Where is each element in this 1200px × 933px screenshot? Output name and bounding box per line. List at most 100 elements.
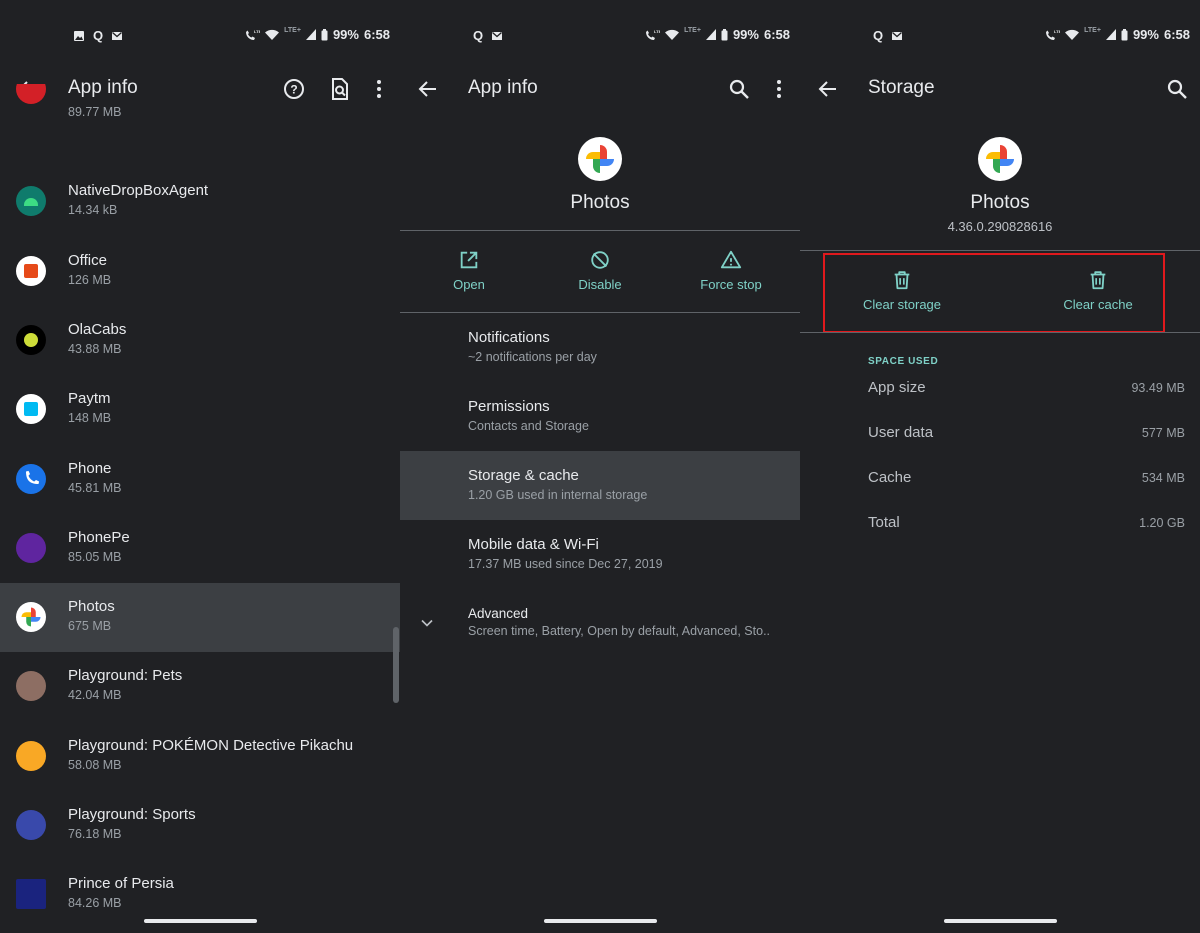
item-summary: 1.20 GB used in internal storage [468,488,648,502]
app-list-item[interactable]: Playground: POKÉMON Detective Pikachu 58.… [0,722,392,791]
page-title: Storage [868,77,935,98]
open-label: Open [453,277,485,292]
app-list-item[interactable]: Phone 45.81 MB [0,445,392,514]
notification-icons: Q [873,28,903,43]
app-list-item[interactable]: Playground: Pets 42.04 MB [0,652,392,721]
app-list-item[interactable]: OlaCabs 43.88 MB [0,306,392,375]
app-list-item[interactable]: Playground: Sports 76.18 MB [0,791,392,860]
ola-icon [16,324,46,355]
q-icon: Q [93,28,104,43]
divider [800,250,1200,251]
q-icon: Q [873,28,884,43]
app-size: 675 MB [68,619,112,634]
back-arrow-icon[interactable] [416,77,440,101]
system-status: LTE LTE+ 99% 6:58 [644,27,790,42]
android-icon [16,186,46,217]
signal-icon [705,29,716,40]
search-icon[interactable] [1165,77,1189,101]
disable-button[interactable]: Disable [540,249,660,292]
row-value: 93.49 MB [1131,381,1185,395]
photos-icon [16,602,46,633]
lte-call-icon: LTE [246,29,260,40]
app-name: Phone [68,459,112,477]
image-icon [74,30,84,41]
gesture-nav-bar[interactable] [544,919,657,923]
back-arrow-icon[interactable] [816,77,840,101]
gesture-nav-bar[interactable] [944,919,1057,923]
item-summary: 17.37 MB used since Dec 27, 2019 [468,557,663,571]
scrollbar[interactable] [393,627,399,703]
total-row: Total 1.20 GB [800,514,1200,559]
permissions-item[interactable]: Permissions Contacts and Storage [400,382,800,451]
phone-icon [16,463,46,494]
photos-app-icon [978,137,1022,181]
status-bar: Q LTE LTE+ 99% 6:58 [400,0,800,70]
app-list-item[interactable]: Office 126 MB [0,237,392,306]
item-summary: ~2 notifications per day [468,350,597,364]
app-size: 14.34 kB [68,203,118,218]
app-list-item[interactable]: Paytm 148 MB [0,375,392,444]
search-icon[interactable] [727,77,751,101]
app-version: 4.36.0.290828616 [947,219,1053,234]
app-info-panel: Q LTE LTE+ 99% 6:58 App info Photos Open [400,0,800,933]
prince-of-persia-icon [16,879,46,910]
lte-call-icon: LTE [646,29,660,40]
wifi-icon [1065,29,1080,40]
item-summary: Screen time, Battery, Open by default, A… [468,624,771,638]
row-label: App size [868,379,926,396]
row-label: Cache [868,469,912,486]
wifi-icon [265,29,280,40]
app-name: Playground: Sports [68,806,196,823]
app-bar: Storage [800,66,1200,112]
disable-icon [591,251,609,269]
divider [400,230,800,231]
mail-icon [492,31,503,40]
row-label: User data [868,424,934,441]
app-list-item[interactable]: 89.77 MB [0,84,392,142]
status-bar: Q LTE LTE+ 99% 6:58 [0,0,400,70]
disable-label: Disable [578,277,622,292]
open-button[interactable]: Open [409,249,529,292]
battery-percent: 99% [1132,27,1159,42]
section-header: SPACE USED [868,356,939,367]
item-title: Mobile data & Wi-Fi [468,536,599,553]
battery-icon [721,28,728,40]
app-size: 84.26 MB [68,896,122,911]
svg-text:LTE: LTE [654,29,660,34]
item-title: Notifications [468,329,550,346]
mobile-data-item[interactable]: Mobile data & Wi-Fi 17.37 MB used since … [400,520,800,589]
system-status: LTE LTE+ 99% 6:58 [244,27,390,42]
item-summary: Contacts and Storage [468,419,589,433]
page-title: App info [468,77,538,98]
lte-label: LTE+ [684,27,701,34]
lte-call-icon: LTE [1046,29,1060,40]
app-list-item[interactable]: Photos 675 MB [0,583,400,653]
app-name: Paytm [68,390,111,408]
wifi-icon [665,29,680,40]
clock: 6:58 [363,27,390,42]
signal-icon [1105,29,1116,40]
more-vert-icon[interactable] [767,77,791,101]
gesture-nav-bar[interactable] [144,919,257,923]
app-name: Photos [970,192,1030,213]
jio-icon [16,84,46,104]
notifications-item[interactable]: Notifications ~2 notifications per day [400,313,800,382]
storage-cache-item[interactable]: Storage & cache 1.20 GB used in internal… [400,451,800,520]
app-name: Playground: POKÉMON Detective Pikachu [68,736,354,754]
advanced-item[interactable]: Advanced Screen time, Battery, Open by d… [400,593,800,662]
app-list-panel: Q LTE LTE+ 99% 6:58 App info ? 89.77 MB N… [0,0,400,933]
app-size: 76.18 MB [68,827,122,841]
lte-label: LTE+ [284,27,301,34]
app-list-item[interactable]: NativeDropBoxAgent 14.34 kB [0,167,392,236]
app-size: 43.88 MB [68,341,122,356]
item-title: Permissions [468,398,550,415]
svg-text:LTE: LTE [1054,29,1060,34]
app-name: Office [68,251,107,269]
app-size: 85.05 MB [68,549,122,564]
app-bar: App info [400,66,800,112]
force-stop-button[interactable]: Force stop [671,249,791,292]
divider [800,332,1200,333]
app-list-item[interactable]: PhonePe 85.05 MB [0,514,392,583]
row-value: 577 MB [1141,426,1185,440]
app-size: 45.81 MB [68,480,122,495]
